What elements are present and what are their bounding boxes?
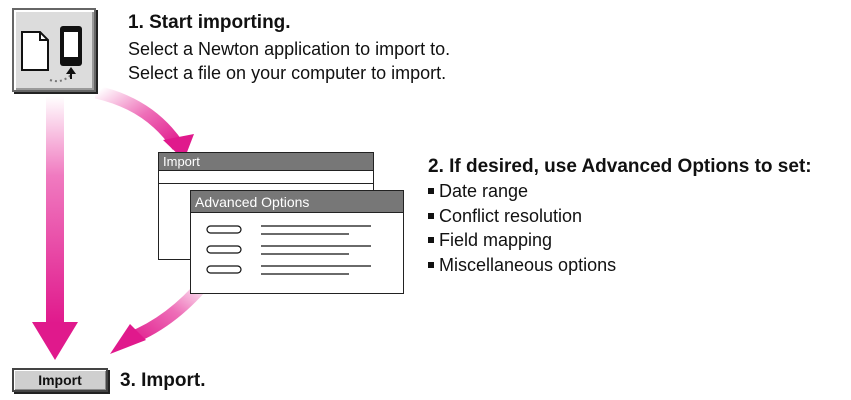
window-divider (159, 183, 373, 184)
list-item: Date range (428, 179, 616, 204)
step-3-title: 3. Import. (120, 370, 206, 391)
import-window-title: Import (159, 153, 373, 171)
import-button[interactable]: Import (12, 368, 108, 392)
list-item: Miscellaneous options (428, 253, 616, 278)
advanced-options-window-illustration: Advanced Options (190, 190, 404, 294)
bullet-icon (428, 237, 434, 243)
step-1-line-1: Select a Newton application to import to… (128, 39, 451, 59)
step-2-title: 2. If desired, use Advanced Options to s… (428, 156, 812, 177)
option-row (206, 265, 371, 275)
list-item: Conflict resolution (428, 204, 616, 229)
bullet-icon (428, 188, 434, 194)
arrow-down-to-import (32, 96, 78, 360)
option-row (206, 245, 371, 255)
step-1-line-2: Select a file on your computer to import… (128, 63, 447, 83)
list-item: Field mapping (428, 228, 616, 253)
import-document-to-newton-icon (21, 26, 82, 83)
bullet-icon (428, 212, 434, 219)
option-row (206, 225, 371, 235)
arrow-to-import-window (94, 85, 194, 160)
options-rows (206, 225, 371, 275)
bullet-icon (428, 261, 434, 268)
advanced-options-list: Date range Conflict resolution Field map… (428, 179, 616, 277)
advanced-options-window-title: Advanced Options (191, 191, 403, 213)
step-1-title: 1. Start importing. (128, 12, 291, 33)
start-import-button[interactable] (12, 8, 96, 92)
